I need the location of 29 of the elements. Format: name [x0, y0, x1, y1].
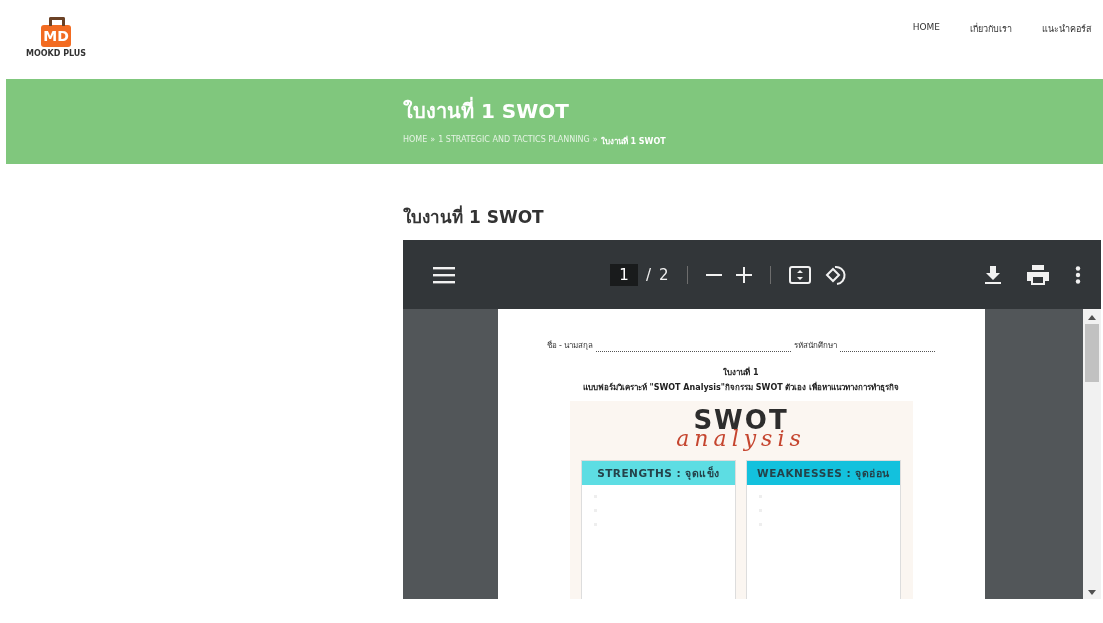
nav-link[interactable]: HOME	[912, 21, 940, 36]
breadcrumb-separator: »	[592, 135, 598, 146]
document-subtitle: แบบฟอร์มวิเคราะห์ "SWOT Analysis"กิจกรรม SWOT ตัวเอง เพื่อหาแนวทางการทำธุรกิจ	[582, 381, 900, 394]
nav-link[interactable]: เกี่ยวกับเรา	[970, 21, 1012, 36]
scroll-down-icon[interactable]	[1088, 590, 1096, 595]
nav-link[interactable]: แนะนำคอร์ส	[1042, 21, 1091, 36]
scroll-up-icon[interactable]	[1088, 315, 1096, 320]
breadcrumb-separator: »	[430, 135, 436, 146]
name-label: ชื่อ - นามสกุล	[546, 339, 594, 352]
article-heading: ใบงานที่ 1 SWOT	[403, 204, 545, 229]
page-separator: /	[646, 265, 652, 284]
swot-box-header: WEAKNESSES : จุดอ่อน	[747, 461, 900, 485]
page-title: ใบงานที่ 1 SWOT	[403, 96, 570, 125]
rotate-icon[interactable]	[824, 263, 847, 286]
print-icon[interactable]	[1027, 264, 1049, 285]
page-number-field[interactable]: 1	[610, 263, 638, 286]
scrollbar-thumb[interactable]	[1085, 324, 1099, 382]
download-icon[interactable]	[985, 265, 1001, 284]
student-id-label: รหัสนักศึกษา	[794, 340, 838, 352]
menu-icon[interactable]	[433, 265, 455, 284]
page-count: 2	[659, 265, 669, 284]
breadcrumb-current: ใบงานที่ 1 SWOT	[600, 135, 666, 148]
more-options-icon[interactable]	[1075, 265, 1081, 284]
logo[interactable]: MD MOOKD PLUS	[26, 17, 87, 58]
swot-box-header: STRENGTHS : จุดแข็ง	[582, 461, 735, 485]
zoom-in-icon[interactable]	[735, 266, 752, 283]
document-title: ใบงานที่ 1	[723, 366, 759, 379]
fit-page-icon[interactable]	[788, 265, 811, 284]
scrollbar[interactable]	[1083, 309, 1101, 599]
